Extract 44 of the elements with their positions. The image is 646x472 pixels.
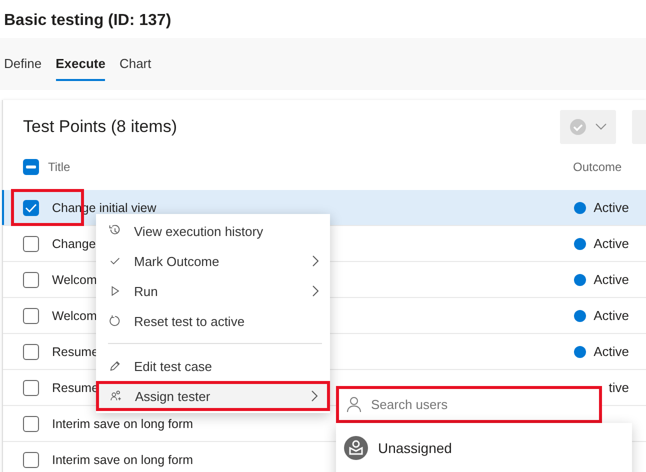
- test-title: Interim save on long form: [52, 452, 194, 466]
- outcome-label: Active: [594, 344, 629, 359]
- column-header[interactable]: Outcome: [573, 160, 646, 174]
- tab[interactable]: Execute: [56, 48, 106, 80]
- outcome-label: Active: [594, 308, 629, 323]
- test-title: Welcom: [52, 308, 97, 322]
- outcome-label: tive: [608, 380, 629, 395]
- menu-item[interactable]: Edit test case: [96, 351, 330, 381]
- outcome-label: Active: [594, 200, 629, 215]
- test-title: Welcom: [52, 272, 97, 286]
- outcome-label: Active: [594, 272, 629, 287]
- row-checkbox[interactable]: [23, 452, 39, 468]
- chevron-down-icon: [595, 123, 607, 131]
- menu-item[interactable]: Reset test to active: [96, 306, 330, 336]
- row-checkbox[interactable]: [23, 380, 39, 396]
- people-icon: [109, 389, 123, 403]
- outcome-label: Active: [594, 236, 629, 251]
- column-header[interactable]: Title: [48, 160, 573, 174]
- page-title: Basic testing (ID: 137): [4, 12, 172, 29]
- check-circle-icon: [569, 118, 587, 136]
- avatar-icon: [344, 436, 368, 460]
- row-checkbox[interactable]: [23, 416, 39, 432]
- test-title: Change: [52, 236, 96, 250]
- reset-icon: [108, 314, 122, 328]
- pencil-icon: [108, 359, 122, 373]
- minus-icon: [26, 165, 36, 169]
- row-checkbox[interactable]: [23, 272, 39, 288]
- person-icon: [346, 396, 362, 412]
- user-option[interactable]: Unassigned: [378, 440, 452, 456]
- menu-item[interactable]: Assign tester: [96, 381, 330, 411]
- row-checkbox[interactable]: [23, 308, 39, 324]
- menu-item[interactable]: View execution history: [96, 216, 330, 246]
- tab[interactable]: Define: [4, 48, 42, 80]
- test-title: Interim save on long form: [52, 416, 194, 430]
- panel-title: Test Points (8 items): [23, 117, 178, 137]
- menu-item[interactable]: Mark Outcome: [96, 246, 330, 276]
- menu-item[interactable]: Run: [96, 276, 330, 306]
- row-checkbox[interactable]: [23, 236, 39, 252]
- checkmark-icon: [25, 202, 37, 212]
- row-checkbox[interactable]: [23, 200, 39, 216]
- row-checkbox[interactable]: [23, 344, 39, 360]
- search-field[interactable]: Search users: [336, 386, 602, 423]
- select-all-checkbox[interactable]: [23, 159, 39, 175]
- tab[interactable]: Chart: [119, 48, 152, 80]
